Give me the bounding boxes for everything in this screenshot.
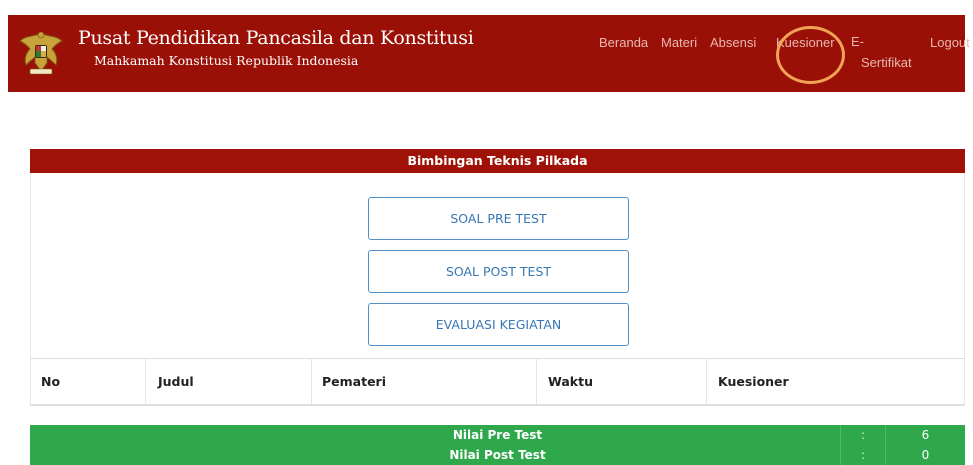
column-divider	[311, 359, 312, 405]
nav-beranda[interactable]: Beranda	[599, 35, 648, 50]
column-header-judul: Judul	[158, 374, 194, 389]
score-separator: :	[840, 445, 885, 465]
pre-test-button[interactable]: SOAL PRE TEST	[368, 197, 629, 240]
site-subtitle: Mahkamah Konstitusi Republik Indonesia	[94, 53, 359, 68]
evaluasi-kegiatan-button[interactable]: EVALUASI KEGIATAN	[368, 303, 629, 346]
score-label: Nilai Post Test	[449, 448, 546, 462]
panel-title: Bimbingan Teknis Pilkada	[30, 149, 965, 173]
garuda-emblem-icon[interactable]	[18, 27, 64, 77]
nav-e-sertifikat[interactable]: E- Sertifikat	[851, 31, 912, 73]
score-label: Nilai Pre Test	[452, 428, 543, 442]
nav-e-sertifikat-line1: E-	[851, 34, 864, 49]
column-divider	[536, 359, 537, 405]
post-test-button[interactable]: SOAL POST TEST	[368, 250, 629, 293]
score-value: 6	[885, 425, 965, 445]
nav-logout[interactable]: Logout	[930, 35, 970, 50]
column-header-waktu: Waktu	[548, 374, 593, 389]
nav-e-sertifikat-line2: Sertifikat	[861, 55, 912, 70]
column-divider	[706, 359, 707, 405]
score-row-pre-test: Nilai Pre Test : 6	[30, 425, 965, 445]
column-header-no: No	[41, 374, 61, 389]
score-value: 0	[885, 445, 965, 465]
table-header: No Judul Pemateri Waktu Kuesioner	[30, 358, 965, 406]
top-navbar: Pusat Pendidikan Pancasila dan Konstitus…	[8, 15, 970, 92]
score-separator: :	[840, 425, 885, 445]
column-header-pemateri: Pemateri	[322, 374, 387, 389]
column-header-kuesioner: Kuesioner	[718, 374, 789, 389]
nav-absensi[interactable]: Absensi	[710, 35, 756, 50]
score-row-post-test: Nilai Post Test : 0	[30, 445, 965, 465]
nav-kuesioner[interactable]: Kuesioner	[776, 35, 835, 50]
nav-materi[interactable]: Materi	[661, 35, 697, 50]
column-divider	[145, 359, 146, 405]
site-title: Pusat Pendidikan Pancasila dan Konstitus…	[78, 27, 474, 49]
